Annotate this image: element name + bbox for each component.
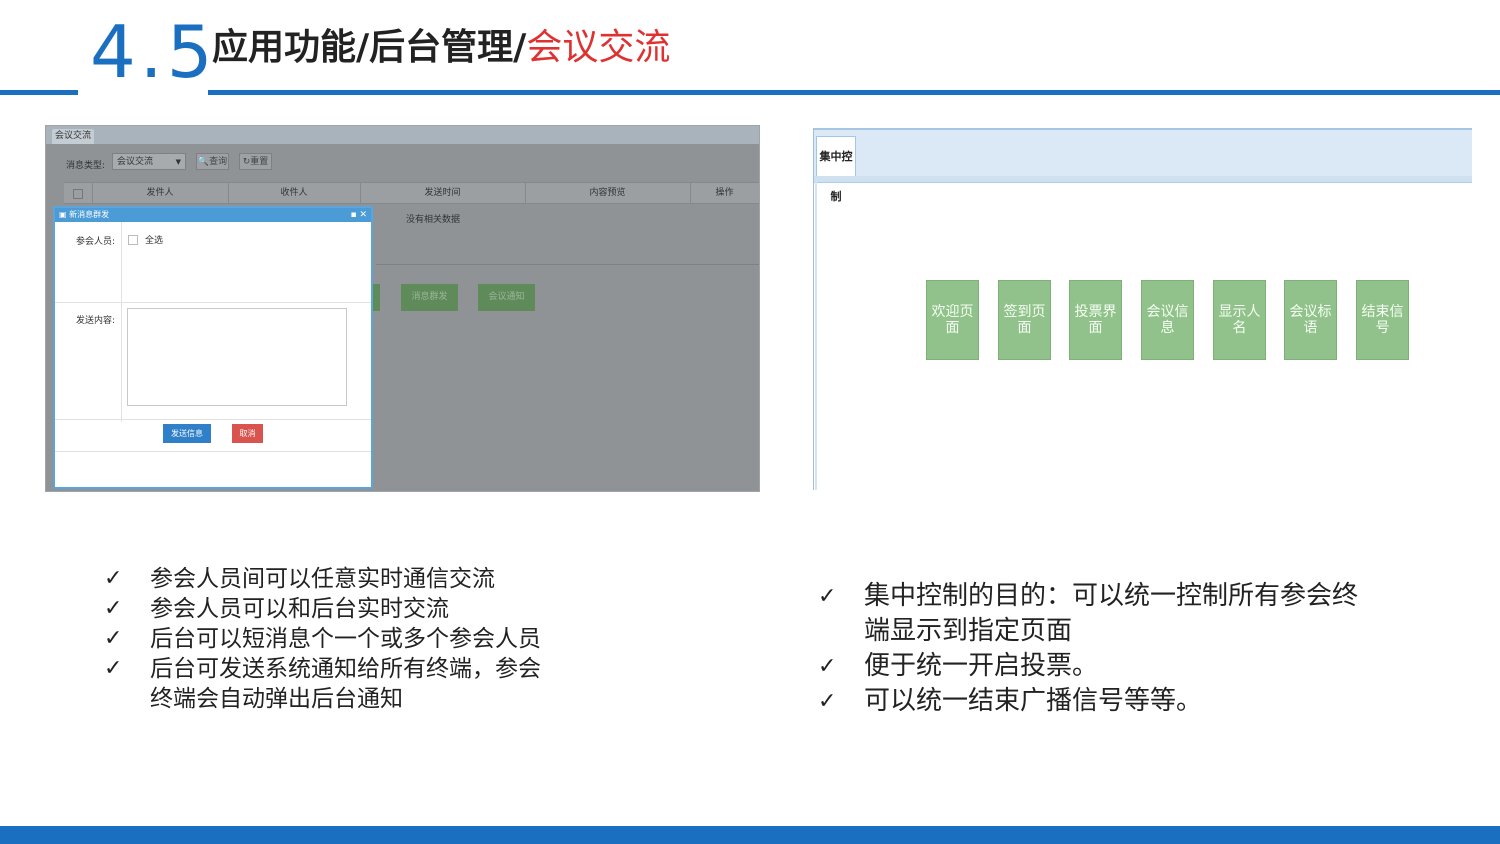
meeting-exchange-screenshot: 会议交流 消息类型: 会议交流 ▼ 🔍查询 ↻重置 发件人 收件人 发送时间 内容…: [45, 125, 760, 492]
meeting-notice-button[interactable]: 会议通知: [478, 284, 535, 311]
bullet-text-continued: 端显示到指定页面: [864, 616, 1073, 646]
cancel-button[interactable]: 取消: [232, 424, 263, 443]
column-header: 发送时间: [360, 183, 526, 203]
tab-bar: 会议交流: [46, 126, 759, 144]
empty-table-text: 没有相关数据: [406, 215, 461, 225]
dialog-divider: [55, 419, 371, 420]
column-header: 发件人: [92, 183, 229, 203]
mass-message-button[interactable]: 消息群发: [401, 284, 458, 311]
select-all-checkbox[interactable]: [128, 235, 138, 245]
title-accent: 会议交流: [526, 27, 671, 68]
bullet-text: 集中控制的目的：可以统一控制所有参会终: [864, 581, 1359, 611]
bullet-text: 便于统一开启投票。: [864, 651, 1099, 681]
participants-label: 参会人员:: [75, 237, 115, 247]
checkbox[interactable]: [73, 189, 83, 199]
bullet-text-continued: 终端会自动弹出后台通知: [150, 686, 403, 712]
close-icon[interactable]: ▪ ✕: [350, 208, 367, 222]
tab-central-control[interactable]: 集中控制: [816, 136, 856, 203]
bullet-text: 后台可以短消息个一个或多个参会人员: [150, 626, 541, 652]
query-button[interactable]: 🔍查询: [196, 153, 229, 170]
dialog-icon: ▣: [59, 210, 67, 219]
checkmark-icon: ✓: [104, 596, 123, 621]
dialog-title-text: 新消息群发: [69, 210, 110, 219]
tab-stripe: [814, 176, 1472, 183]
frame-edge: [815, 182, 817, 490]
left-bullet-list: ✓ 参会人员间可以任意实时通信交流 ✓ 参会人员可以和后台实时交流 ✓ 后台可以…: [104, 564, 604, 724]
reset-label: 重置: [250, 157, 269, 167]
checkmark-icon: ✓: [818, 654, 837, 679]
title-prefix: 应用功能/后台管理/: [212, 27, 527, 68]
checkmark-icon: ✓: [818, 584, 837, 609]
footer-bar: [0, 826, 1500, 844]
section-number: 4.5: [90, 10, 217, 94]
dialog-divider: [55, 451, 371, 452]
end-signal-tile[interactable]: 结束信号: [1356, 280, 1409, 360]
dialog-column-divider: [121, 222, 122, 422]
column-header: 内容预览: [525, 183, 691, 203]
filter-label: 消息类型:: [66, 161, 106, 171]
message-type-select[interactable]: 会议交流 ▼: [112, 153, 186, 170]
page-title: 应用功能/后台管理/会议交流: [212, 24, 670, 72]
voting-page-tile[interactable]: 投票界面: [1069, 280, 1122, 360]
message-type-value: 会议交流: [117, 157, 154, 167]
welcome-page-tile[interactable]: 欢迎页面: [926, 280, 979, 360]
dialog-title: ▣ 新消息群发: [55, 208, 371, 222]
divider: [376, 264, 759, 265]
meeting-info-tile[interactable]: 会议信息: [1141, 280, 1194, 360]
header-rule-right: [208, 90, 1500, 95]
dialog-divider: [55, 302, 371, 303]
new-mass-message-dialog: ▣ 新消息群发 ▪ ✕ 参会人员: 全选 发送内容: 发送信息 取消: [53, 206, 373, 489]
central-control-screenshot: 集中控制 欢迎页面 签到页面 投票界面 会议信息 显示人名 会议标语 结束信号: [813, 128, 1472, 490]
column-header: 收件人: [228, 183, 361, 203]
signin-page-tile[interactable]: 签到页面: [998, 280, 1051, 360]
header-rule-left: [0, 90, 78, 95]
bullet-text: 参会人员可以和后台实时交流: [150, 596, 449, 622]
content-label: 发送内容:: [75, 316, 115, 326]
bullet-text: 后台可发送系统通知给所有终端，参会: [150, 656, 541, 682]
content-textarea[interactable]: [127, 308, 347, 406]
bullet-text: 参会人员间可以任意实时通信交流: [150, 566, 495, 592]
show-names-tile[interactable]: 显示人名: [1213, 280, 1266, 360]
tab-meeting-exchange[interactable]: 会议交流: [52, 129, 94, 144]
search-icon: 🔍: [197, 157, 210, 167]
reset-button[interactable]: ↻重置: [239, 153, 272, 170]
meeting-slogan-tile[interactable]: 会议标语: [1284, 280, 1337, 360]
select-all-checkbox-cell[interactable]: [64, 183, 93, 203]
column-header: 操作: [715, 188, 734, 198]
select-all-label: 全选: [145, 236, 164, 246]
right-bullet-list: ✓ 集中控制的目的：可以统一控制所有参会终 端显示到指定页面 ✓ 便于统一开启投…: [818, 579, 1458, 729]
checkmark-icon: ✓: [104, 626, 123, 651]
table-header: 发件人 收件人 发送时间 内容预览 操作: [64, 182, 759, 204]
checkmark-icon: ✓: [104, 566, 123, 591]
tab-bar: 集中控制: [814, 128, 1472, 203]
send-message-button[interactable]: 发送信息: [163, 424, 211, 443]
bullet-text: 可以统一结束广播信号等等。: [864, 686, 1203, 716]
chevron-down-icon: ▼: [175, 158, 181, 166]
checkmark-icon: ✓: [104, 656, 123, 681]
query-label: 查询: [209, 157, 228, 167]
checkmark-icon: ✓: [818, 689, 837, 714]
